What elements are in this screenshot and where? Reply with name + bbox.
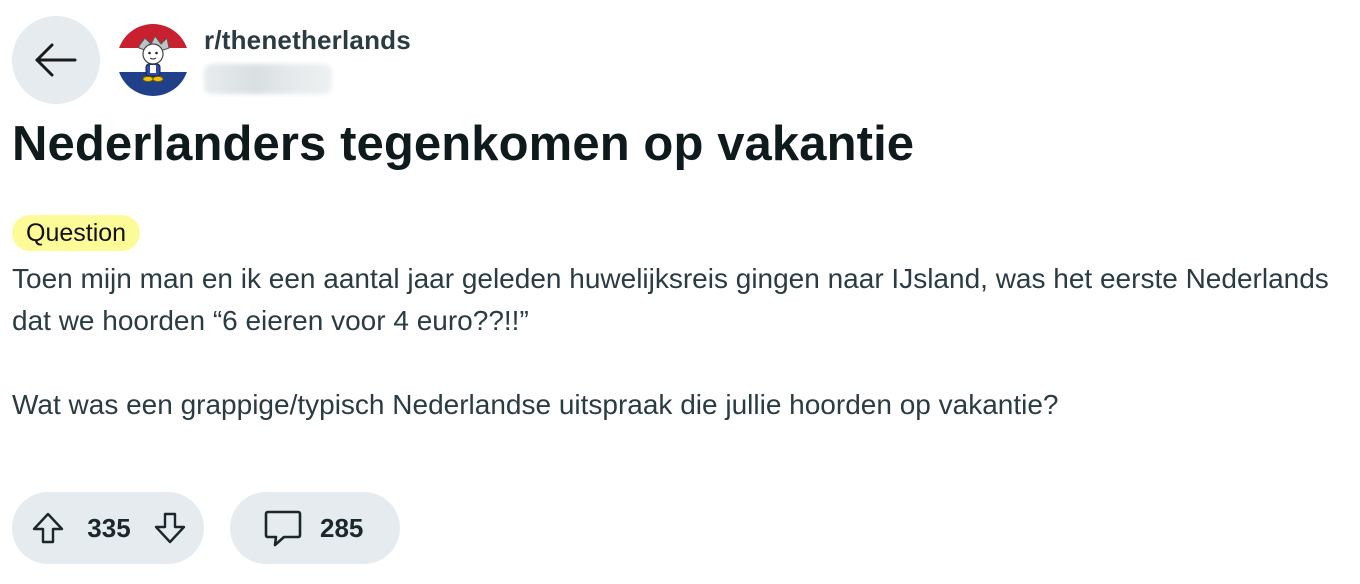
comment-bubble-icon — [264, 510, 302, 547]
arrow-left-icon — [35, 43, 77, 77]
back-button[interactable] — [12, 16, 100, 104]
post-header: r/thenetherlands — [12, 16, 411, 104]
post-body-paragraph: Toen mijn man en ik een aantal jaar gele… — [12, 263, 1329, 336]
subreddit-info: r/thenetherlands — [204, 16, 411, 94]
comment-count: 285 — [320, 512, 364, 543]
post-flair[interactable]: Question — [12, 215, 141, 251]
subreddit-avatar[interactable] — [117, 24, 189, 96]
downvote-arrow-icon — [154, 512, 186, 544]
upvote-button[interactable] — [30, 510, 66, 546]
post-title: Nederlanders tegenkomen op vakantie — [12, 117, 915, 171]
post-body: Toen mijn man en ik een aantal jaar gele… — [12, 258, 1348, 426]
vote-count: 335 — [87, 512, 131, 543]
post-actions: 335 285 — [12, 492, 400, 564]
subreddit-avatar-icon — [117, 24, 189, 96]
post-body-paragraph: Wat was een grappige/typisch Nederlandse… — [12, 389, 1059, 420]
downvote-button[interactable] — [152, 510, 188, 546]
subreddit-name[interactable]: r/thenetherlands — [204, 25, 411, 56]
author-username-blurred — [204, 64, 332, 94]
vote-control: 335 — [12, 492, 204, 564]
comments-button[interactable]: 285 — [230, 492, 400, 564]
upvote-arrow-icon — [32, 512, 64, 544]
